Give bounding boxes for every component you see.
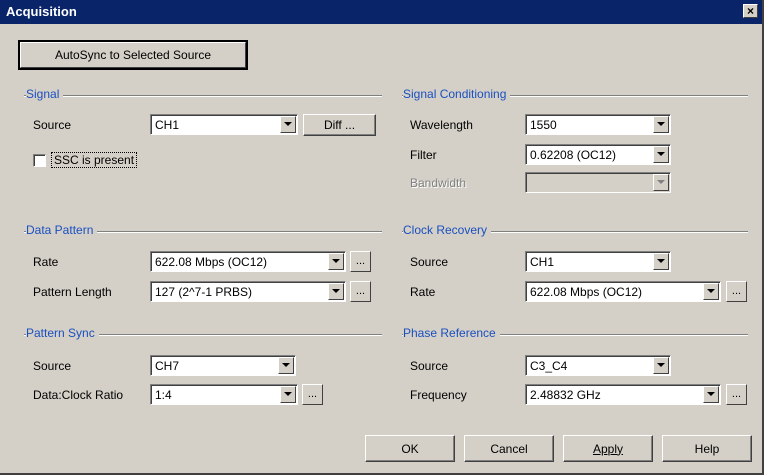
diff-button[interactable]: Diff ...: [303, 114, 376, 136]
data-clock-ratio-label: Data:Clock Ratio: [33, 388, 124, 402]
data-rate-label: Rate: [33, 255, 59, 269]
help-button[interactable]: Help: [662, 435, 752, 462]
signal-source-label: Source: [33, 118, 72, 132]
chevron-down-icon[interactable]: [278, 357, 294, 374]
signal-conditioning-title: Signal Conditioning: [403, 87, 511, 101]
ssc-checkbox[interactable]: [33, 154, 46, 167]
acquisition-dialog: Acquisition × AutoSync to Selected Sourc…: [0, 0, 764, 475]
chevron-down-icon[interactable]: [653, 146, 669, 163]
pattern-sync-source-value: CH7: [155, 359, 180, 373]
frequency-ellipsis-button[interactable]: ...: [726, 384, 747, 405]
clock-rate-select[interactable]: 622.08 Mbps (OC12): [525, 281, 721, 302]
wavelength-select[interactable]: 1550: [525, 114, 671, 135]
close-icon[interactable]: ×: [743, 4, 758, 18]
pattern-length-select[interactable]: 127 (2^7-1 PRBS): [150, 281, 346, 302]
chevron-down-icon[interactable]: [653, 116, 669, 133]
phase-source-select[interactable]: C3_C4: [525, 355, 671, 376]
diff-button-label: Diff ...: [323, 118, 356, 132]
cancel-button-label: Cancel: [490, 441, 528, 456]
filter-value: 0.62208 (OC12): [530, 148, 617, 162]
autosync-button-label: AutoSync to Selected Source: [54, 48, 212, 62]
signal-group-divider: [24, 95, 382, 97]
pattern-length-ellipsis-button[interactable]: ...: [350, 281, 371, 302]
clock-source-select[interactable]: CH1: [525, 251, 671, 272]
data-rate-ellipsis-button[interactable]: ...: [350, 251, 371, 272]
ssc-label-focus: SSC is present: [51, 152, 138, 168]
pattern-sync-title: Pattern Sync: [26, 326, 99, 340]
frequency-select[interactable]: 2.48832 GHz: [525, 384, 721, 405]
ok-button[interactable]: OK: [365, 435, 455, 462]
cancel-button[interactable]: Cancel: [464, 435, 554, 462]
chevron-down-icon[interactable]: [280, 116, 296, 133]
chevron-down-icon[interactable]: [703, 386, 719, 403]
chevron-down-icon: [653, 174, 669, 191]
chevron-down-icon[interactable]: [703, 283, 719, 300]
data-clock-ratio-ellipsis-button[interactable]: ...: [302, 384, 323, 405]
phase-reference-title: Phase Reference: [403, 326, 500, 340]
signal-group-title: Signal: [26, 87, 64, 101]
signal-source-value: CH1: [155, 118, 180, 132]
clock-rate-ellipsis-button[interactable]: ...: [726, 281, 747, 302]
frequency-value: 2.48832 GHz: [530, 388, 601, 402]
data-clock-ratio-select[interactable]: 1:4: [150, 384, 298, 405]
clock-rate-value: 622.08 Mbps (OC12): [530, 285, 643, 299]
chevron-down-icon[interactable]: [653, 253, 669, 270]
pattern-length-value: 127 (2^7-1 PRBS): [155, 285, 253, 299]
apply-button-label: Apply: [592, 441, 624, 456]
clock-recovery-title: Clock Recovery: [403, 223, 492, 237]
pattern-sync-source-label: Source: [33, 359, 72, 373]
data-pattern-title: Data Pattern: [26, 223, 98, 237]
data-rate-value: 622.08 Mbps (OC12): [155, 255, 268, 269]
chevron-down-icon[interactable]: [653, 357, 669, 374]
clock-source-value: CH1: [530, 255, 555, 269]
clock-rate-label: Rate: [410, 285, 436, 299]
help-button-label: Help: [694, 441, 720, 456]
pattern-sync-source-select[interactable]: CH7: [150, 355, 296, 376]
phase-source-value: C3_C4: [530, 359, 568, 373]
filter-label: Filter: [410, 148, 437, 162]
title-bar: Acquisition ×: [0, 0, 762, 24]
data-clock-ratio-value: 1:4: [155, 388, 172, 402]
chevron-down-icon[interactable]: [328, 283, 344, 300]
phase-source-label: Source: [410, 359, 449, 373]
ok-button-label: OK: [401, 441, 419, 456]
chevron-down-icon[interactable]: [280, 386, 296, 403]
clock-source-label: Source: [410, 255, 449, 269]
wavelength-value: 1550: [530, 118, 557, 132]
ssc-label: SSC is present: [54, 153, 135, 167]
bandwidth-label: Bandwidth: [410, 176, 467, 190]
wavelength-label: Wavelength: [410, 118, 473, 132]
filter-select[interactable]: 0.62208 (OC12): [525, 144, 671, 165]
chevron-down-icon[interactable]: [328, 253, 344, 270]
signal-source-select[interactable]: CH1: [150, 114, 298, 135]
bandwidth-select: [525, 172, 671, 193]
data-rate-select[interactable]: 622.08 Mbps (OC12): [150, 251, 346, 272]
autosync-button[interactable]: AutoSync to Selected Source: [18, 40, 248, 70]
window-title: Acquisition: [6, 4, 77, 19]
frequency-label: Frequency: [410, 388, 467, 402]
apply-button[interactable]: Apply: [563, 435, 653, 462]
pattern-length-label: Pattern Length: [33, 285, 112, 299]
